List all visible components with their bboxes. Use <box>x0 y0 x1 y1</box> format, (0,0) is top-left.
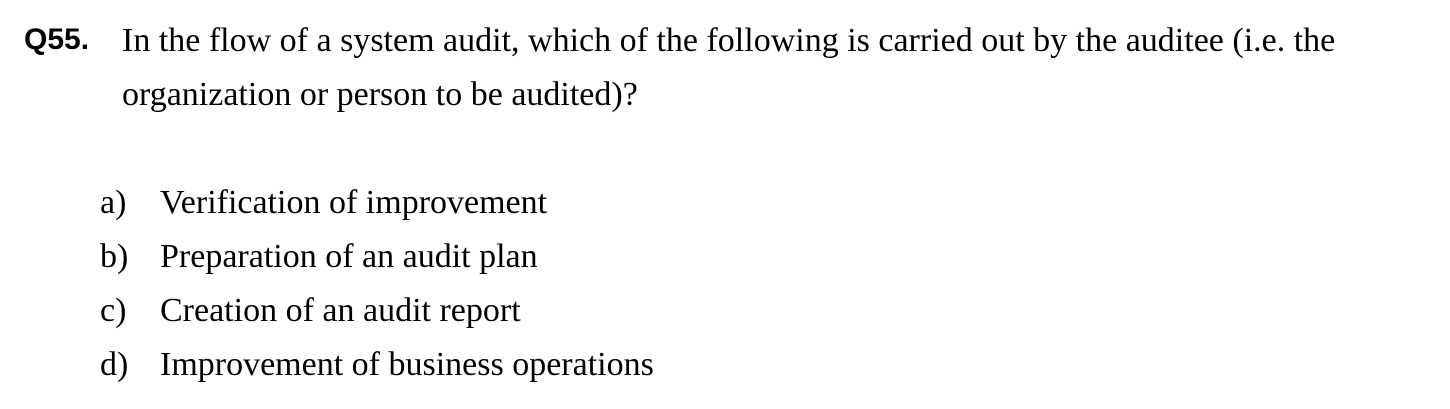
option-text: Verification of improvement <box>160 184 548 221</box>
answer-options: a) Verification of improvement b) Prepar… <box>100 176 654 392</box>
option-b: b) Preparation of an audit plan <box>100 230 654 284</box>
question-text: In the flow of a system audit, which of … <box>122 22 1336 113</box>
option-letter: a) <box>100 184 127 221</box>
option-letter: d) <box>100 346 129 383</box>
option-text: Improvement of business operations <box>160 346 654 383</box>
option-letter: c) <box>100 292 127 329</box>
option-a: a) Verification of improvement <box>100 176 654 230</box>
option-text: Preparation of an audit plan <box>160 238 538 275</box>
option-d: d) Improvement of business operations <box>100 338 654 392</box>
question-number: Q55. <box>24 23 90 56</box>
option-text: Creation of an audit report <box>160 292 521 329</box>
option-c: c) Creation of an audit report <box>100 284 654 338</box>
option-letter: b) <box>100 238 129 275</box>
